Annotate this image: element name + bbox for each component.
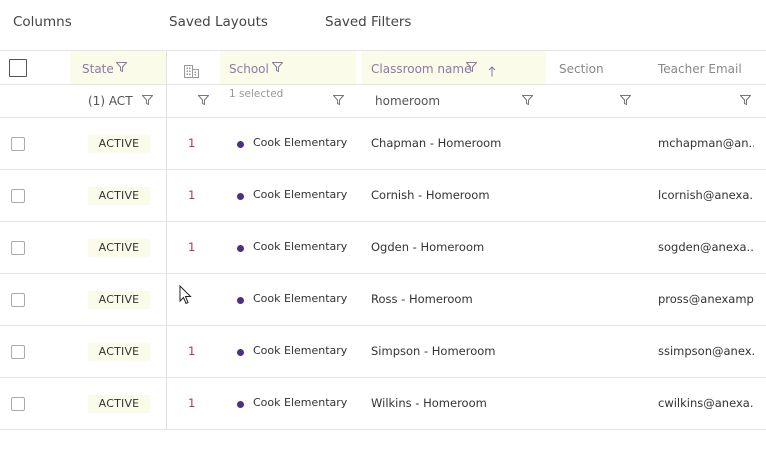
table-row[interactable]: ACTIVE 1 Cook Elementary Wilkins - Homer… — [0, 378, 766, 430]
count-value: 1 — [188, 188, 196, 202]
classroom-header-label: Classroom name — [371, 62, 472, 76]
saved-layouts-button[interactable]: Saved Layouts — [169, 14, 268, 30]
funnel-icon[interactable] — [333, 95, 345, 105]
state-badge: ACTIVE — [88, 343, 150, 361]
classroom-name: Chapman - Homeroom — [371, 136, 502, 150]
count-value: 1 — [188, 136, 196, 150]
building-icon[interactable] — [184, 63, 199, 82]
row-checkbox[interactable] — [11, 345, 25, 359]
classroom-name: Simpson - Homeroom — [371, 344, 496, 358]
school-name: Cook Elementary — [253, 292, 348, 305]
state-badge: ACTIVE — [88, 239, 150, 257]
school-color-dot — [237, 141, 244, 148]
school-color-dot — [237, 193, 244, 200]
school-header-label: School — [229, 62, 269, 76]
state-filter-value[interactable]: (1) ACT — [88, 94, 133, 108]
funnel-icon[interactable] — [620, 95, 632, 105]
school-color-dot — [237, 297, 244, 304]
count-value: 1 — [188, 240, 196, 254]
teacher-email-header-label[interactable]: Teacher Email — [658, 62, 742, 76]
toolbar: Columns Saved Layouts Saved Filters — [0, 0, 766, 50]
row-checkbox[interactable] — [11, 189, 25, 203]
school-filter-value[interactable]: 1 selected — [229, 88, 283, 100]
mouse-pointer-icon — [179, 284, 193, 309]
arrow-up-icon[interactable] — [488, 62, 496, 81]
school-color-dot — [237, 401, 244, 408]
school-name: Cook Elementary — [253, 240, 348, 253]
teacher-email: ssimpson@anex... — [658, 344, 754, 358]
classroom-name: Wilkins - Homeroom — [371, 396, 487, 410]
state-header-label: State — [82, 62, 114, 76]
section-header-label[interactable]: Section — [559, 62, 604, 76]
school-color-dot — [237, 349, 244, 356]
table-row[interactable]: ACTIVE 1 Cook Elementary Cornish - Homer… — [0, 170, 766, 222]
row-checkbox[interactable] — [11, 293, 25, 307]
funnel-icon[interactable] — [116, 62, 128, 72]
classroom-filter-input[interactable]: homeroom — [375, 94, 440, 108]
state-badge: ACTIVE — [88, 291, 150, 309]
table-row[interactable]: ACTIVE 1 Cook Elementary Ogden - Homeroo… — [0, 222, 766, 274]
column-header-row: State School Classroom name Section Teac… — [0, 51, 766, 84]
funnel-icon[interactable] — [142, 95, 154, 105]
saved-filters-button[interactable]: Saved Filters — [325, 14, 411, 30]
state-badge: ACTIVE — [88, 395, 150, 413]
table-row[interactable]: ACTIVE 1 Cook Elementary Chapman - Homer… — [0, 118, 766, 170]
school-name: Cook Elementary — [253, 396, 348, 409]
teacher-email: sogden@anexa... — [658, 240, 754, 254]
funnel-icon[interactable] — [272, 62, 284, 72]
teacher-email: lcornish@anexa... — [658, 188, 754, 202]
row-checkbox[interactable] — [11, 397, 25, 411]
state-badge: ACTIVE — [88, 135, 150, 153]
table-row[interactable]: ACTIVE Cook Elementary Ross - Homeroom p… — [0, 274, 766, 326]
table-row[interactable]: ACTIVE 1 Cook Elementary Simpson - Homer… — [0, 326, 766, 378]
classroom-name: Ross - Homeroom — [371, 292, 473, 306]
teacher-email: pross@anexamp... — [658, 292, 754, 306]
filter-row: (1) ACT 1 selected homeroom — [0, 85, 766, 117]
classroom-name: Cornish - Homeroom — [371, 188, 490, 202]
funnel-icon[interactable] — [198, 95, 210, 105]
funnel-icon[interactable] — [466, 62, 478, 72]
count-value: 1 — [188, 344, 196, 358]
school-name: Cook Elementary — [253, 136, 348, 149]
funnel-icon[interactable] — [740, 95, 752, 105]
school-name: Cook Elementary — [253, 188, 348, 201]
school-name: Cook Elementary — [253, 344, 348, 357]
state-badge: ACTIVE — [88, 187, 150, 205]
count-value: 1 — [188, 396, 196, 410]
school-color-dot — [237, 245, 244, 252]
row-checkbox[interactable] — [11, 137, 25, 151]
funnel-icon[interactable] — [522, 95, 534, 105]
teacher-email: mchapman@an... — [658, 136, 754, 150]
classroom-name: Ogden - Homeroom — [371, 240, 485, 254]
teacher-email: cwilkins@anexa... — [658, 396, 754, 410]
columns-button[interactable]: Columns — [13, 14, 72, 30]
row-checkbox[interactable] — [11, 241, 25, 255]
select-all-checkbox[interactable] — [9, 59, 27, 77]
